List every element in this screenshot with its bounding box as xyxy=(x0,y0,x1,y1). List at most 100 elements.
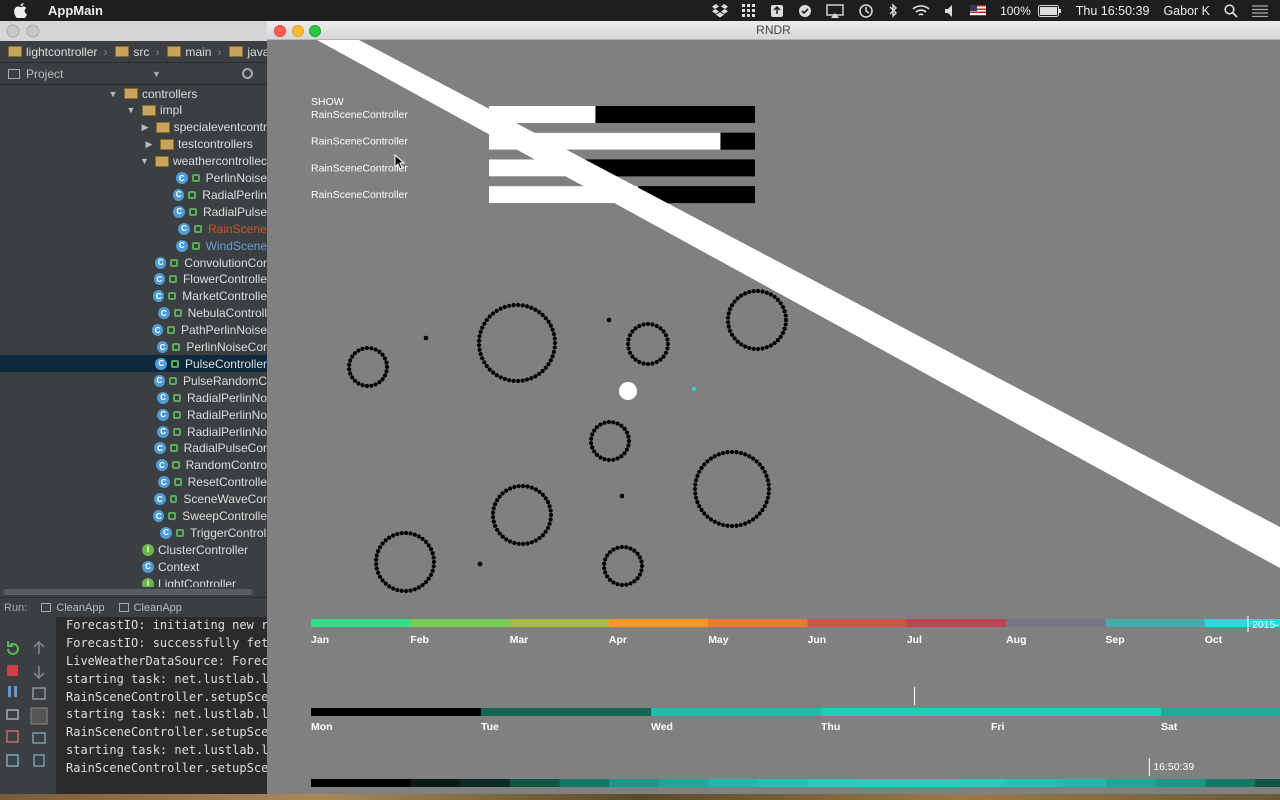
tree-item[interactable]: C NebulaControll xyxy=(0,305,267,322)
time-machine-icon[interactable] xyxy=(858,3,874,19)
class-icon: C xyxy=(157,391,170,404)
class-icon: C xyxy=(151,324,164,337)
exit-icon[interactable] xyxy=(6,730,19,743)
tree-item[interactable]: ▼ impl xyxy=(0,102,267,119)
upload-icon[interactable] xyxy=(770,4,784,18)
tree-item[interactable]: C PathPerlinNoise xyxy=(0,322,267,339)
run-tab[interactable]: CleanApp xyxy=(41,602,105,614)
bluetooth-icon[interactable] xyxy=(888,3,898,18)
breadcrumb-item-java[interactable]: java› xyxy=(229,45,267,59)
tree-item-label: TriggerControl xyxy=(190,525,267,540)
check-icon[interactable] xyxy=(798,4,812,18)
chevron-down-icon[interactable]: ▼ xyxy=(108,89,118,99)
tree-item[interactable]: C RadialPulseCor xyxy=(0,440,267,457)
minimize-button[interactable] xyxy=(292,25,304,37)
tree-item[interactable]: C ConvolutionCor xyxy=(0,254,267,271)
user-name[interactable]: Gabor K xyxy=(1163,4,1210,18)
tree-item-label: NebulaControll xyxy=(187,306,267,321)
close-button[interactable] xyxy=(274,25,286,37)
tree-item[interactable]: C Context xyxy=(0,558,267,575)
airplay-icon[interactable] xyxy=(826,3,844,18)
print-icon[interactable] xyxy=(32,732,46,744)
tree-item[interactable]: C PulseRandomC xyxy=(0,372,267,389)
hour-segment xyxy=(1205,779,1256,787)
class-icon: C xyxy=(157,425,170,438)
chevron-right-icon[interactable]: ▶ xyxy=(144,139,154,150)
tree-item[interactable]: C PulseController xyxy=(0,355,267,373)
rerun-icon[interactable] xyxy=(7,641,19,655)
scrollbar-thumb[interactable] xyxy=(3,589,253,595)
diagonal-beam xyxy=(317,40,1280,568)
tree-item[interactable]: C SweepControlle xyxy=(0,508,267,525)
tree-item[interactable]: C RadialPerlinNo xyxy=(0,423,267,440)
horizontal-scrollbar[interactable] xyxy=(0,587,267,597)
day-segment xyxy=(1161,708,1280,716)
battery-icon[interactable] xyxy=(1037,4,1062,17)
month-segment xyxy=(410,619,511,627)
tree-item[interactable]: C RainScene xyxy=(0,220,267,237)
wrap-icon[interactable] xyxy=(32,687,46,700)
tree-item[interactable]: C PerlinNoiseCor xyxy=(0,339,267,356)
folder-icon xyxy=(115,46,130,57)
app-name[interactable]: AppMain xyxy=(48,3,103,18)
breadcrumb-item-main[interactable]: main › xyxy=(167,45,221,59)
battery-percent[interactable]: 100% xyxy=(1000,4,1031,18)
breadcrumb-item-src[interactable]: src › xyxy=(115,45,159,59)
tree-item[interactable]: C ResetControlle xyxy=(0,474,267,491)
camera-icon[interactable] xyxy=(6,709,19,720)
tree-item[interactable]: ▶ testcontrollers xyxy=(0,136,267,153)
tree-item[interactable]: C SceneWaveCor xyxy=(0,491,267,508)
chevron-right-icon[interactable]: ▶ xyxy=(140,122,150,133)
project-label[interactable]: Project xyxy=(26,67,63,81)
tree-item[interactable]: ▼ weathercontrollec xyxy=(0,153,267,170)
zoom-button[interactable] xyxy=(309,25,321,37)
breadcrumb-item-lightcontroller[interactable]: lightcontroller › xyxy=(8,45,107,59)
folder-icon xyxy=(155,121,170,133)
stop-icon[interactable] xyxy=(7,665,18,676)
tree-item[interactable]: C PerlinNoise xyxy=(0,170,267,187)
tree-item[interactable]: I ClusterController xyxy=(0,541,267,558)
flag-icon[interactable] xyxy=(970,5,987,16)
day-label: Mon xyxy=(311,721,333,733)
month-segment xyxy=(608,619,709,627)
hour-segment xyxy=(410,779,461,787)
tree-item[interactable]: ▶ specialeventcontr xyxy=(0,119,267,136)
wifi-icon[interactable] xyxy=(912,4,930,18)
day-segment xyxy=(651,708,822,716)
hour-segment xyxy=(311,779,362,787)
target-icon[interactable] xyxy=(242,68,253,79)
run-tab[interactable]: CleanApp xyxy=(118,602,182,614)
chevron-down-icon[interactable]: ▼ xyxy=(140,156,150,166)
clock[interactable]: Thu 16:50:39 xyxy=(1076,4,1150,18)
tree-item[interactable]: C FlowerControlle xyxy=(0,271,267,288)
class-icon: C xyxy=(155,357,168,370)
tree-item[interactable]: ▼ controllers xyxy=(0,85,267,102)
list-icon[interactable] xyxy=(1252,4,1268,17)
tree-item[interactable]: C WindScene xyxy=(0,237,267,254)
volume-icon[interactable] xyxy=(944,4,956,18)
day-label: Sat xyxy=(1161,721,1178,733)
render-canvas[interactable]: SHOW RainSceneController RainSceneControl… xyxy=(267,40,1280,800)
trash-icon[interactable] xyxy=(33,754,45,767)
tree-item[interactable]: C MarketControlle xyxy=(0,288,267,305)
arrow-down-icon[interactable] xyxy=(33,666,45,680)
pause-icon[interactable] xyxy=(8,686,17,697)
tree-item[interactable]: C RadialPerlinNo xyxy=(0,406,267,423)
class-icon: C xyxy=(154,442,166,455)
tree-item[interactable]: C RadialPerlinNo xyxy=(0,389,267,406)
arrow-up-icon[interactable] xyxy=(33,640,45,654)
chevron-down-icon[interactable]: ▼ xyxy=(126,105,136,115)
tree-item[interactable]: C RadialPerlin xyxy=(0,186,267,203)
tree-item[interactable]: C RadialPulse xyxy=(0,203,267,220)
console-output[interactable]: ForecastIO: initiating new r ForecastIO: … xyxy=(56,617,267,797)
scroll-to-end-icon[interactable] xyxy=(30,707,48,725)
lock-icon xyxy=(167,326,175,335)
apple-icon[interactable] xyxy=(14,3,30,19)
layout-icon[interactable] xyxy=(6,754,19,767)
tree-item[interactable]: C RandomContro xyxy=(0,457,267,474)
grid-icon[interactable] xyxy=(742,3,756,18)
dropbox-icon[interactable] xyxy=(712,3,729,18)
search-icon[interactable] xyxy=(1224,3,1238,18)
tree-item[interactable]: C TriggerControl xyxy=(0,524,267,541)
chevron-down-icon[interactable]: ▼ xyxy=(152,69,161,79)
